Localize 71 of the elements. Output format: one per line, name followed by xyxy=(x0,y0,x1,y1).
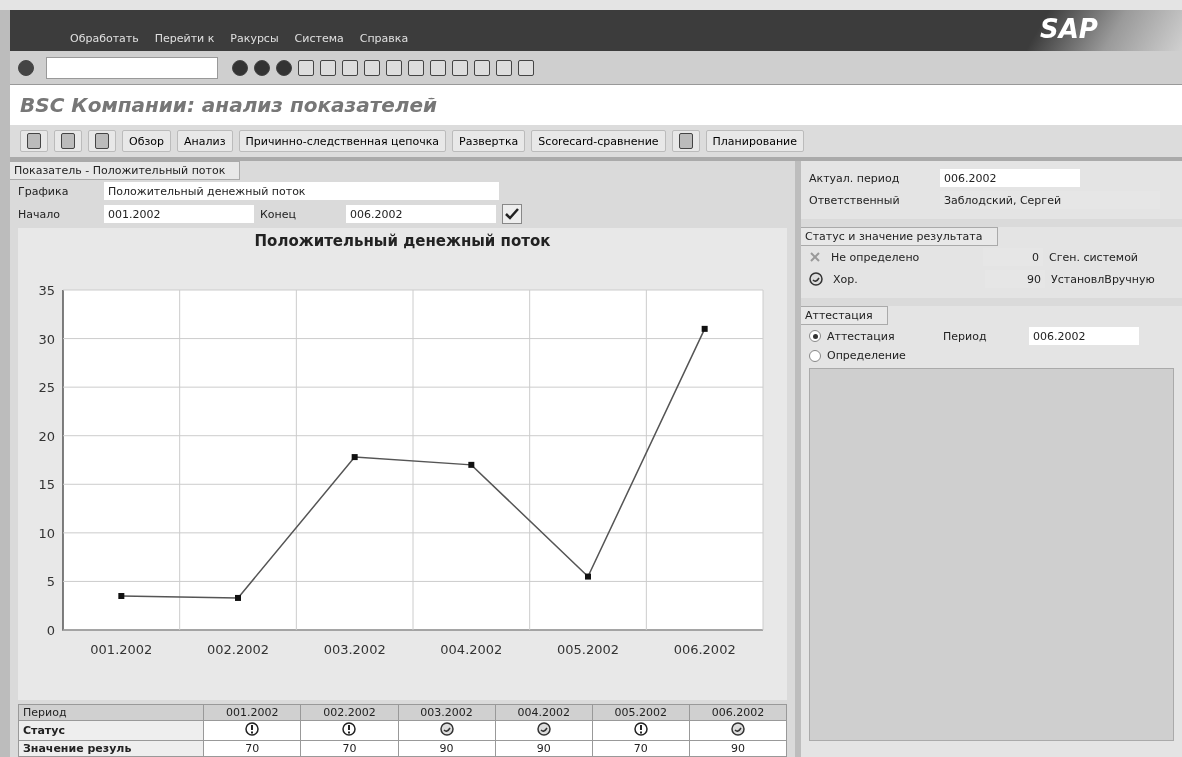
data-point xyxy=(701,325,708,332)
field-label: Актуал. период xyxy=(809,171,901,185)
smiley-icon xyxy=(809,272,823,286)
y-tick-label: 10 xyxy=(37,525,55,541)
y-tick-label: 5 xyxy=(46,574,55,590)
field-label: Ответственный xyxy=(809,193,901,207)
checkmark-icon[interactable] xyxy=(502,204,522,224)
toolbar-button[interactable]: Развертка xyxy=(452,130,526,152)
toolbar-icon-button[interactable] xyxy=(88,130,116,152)
input-field[interactable]: 006.2002 xyxy=(1029,327,1139,345)
smiley-icon xyxy=(536,722,551,736)
toolbar-button[interactable]: Обзор xyxy=(122,130,171,152)
data-point xyxy=(467,461,474,468)
x-tick-label: 006.2002 xyxy=(673,642,736,657)
input-field[interactable]: 006.2002 xyxy=(940,169,1080,187)
field-label: Период xyxy=(943,329,988,343)
table-header-cell: 002.2002 xyxy=(300,704,399,721)
menu-item[interactable]: Справка xyxy=(359,32,409,45)
screen-title: BSC Компании: анализ показателей xyxy=(20,93,438,117)
toolbar-button[interactable]: Scorecard-сравнение xyxy=(531,130,666,152)
x-tick-label: 001.2002 xyxy=(89,642,152,657)
status-field: Не определено xyxy=(827,248,977,266)
field-label: Начало xyxy=(18,207,61,221)
input-field[interactable]: 006.2002 xyxy=(346,205,496,223)
y-tick-label: 30 xyxy=(37,331,55,347)
status-field: Хор. xyxy=(829,270,979,288)
toolbar-button[interactable]: Планирование xyxy=(705,130,804,152)
toolbar-icon-button[interactable] xyxy=(54,130,82,152)
menu-item[interactable]: Перейти к xyxy=(154,32,215,45)
row-header-cell: Статус xyxy=(18,720,204,741)
data-point xyxy=(117,593,124,599)
y-tick-label: 20 xyxy=(37,428,55,444)
table-header-cell: 003.2002 xyxy=(398,704,496,721)
menu-item[interactable]: Ракурсы xyxy=(230,32,279,45)
toolbar-button[interactable]: Анализ xyxy=(177,130,233,152)
x-tick-label: 003.2002 xyxy=(323,642,386,657)
radio-label: Аттестация xyxy=(827,329,896,343)
x-tick-label: 005.2002 xyxy=(556,642,619,657)
radio-button[interactable] xyxy=(809,330,821,342)
menu-item[interactable]: Обработать xyxy=(70,32,139,45)
source-label: Сген. системой xyxy=(1049,250,1138,264)
y-tick-label: 0 xyxy=(46,623,55,638)
cross-icon xyxy=(809,251,821,263)
field-label: Конец xyxy=(260,207,297,221)
data-point xyxy=(234,594,241,601)
toolbar-icon-button[interactable] xyxy=(671,130,700,152)
y-tick-label: 15 xyxy=(37,477,55,493)
y-tick-label: 25 xyxy=(37,380,55,396)
table-header-cell: 005.2002 xyxy=(592,704,690,721)
table-header-cell: 006.2002 xyxy=(689,704,787,721)
source-label: УстановлВручную xyxy=(1051,272,1155,286)
data-point xyxy=(351,454,358,461)
table-header-cell: 001.2002 xyxy=(203,704,301,721)
table-header-cell: 004.2002 xyxy=(495,704,593,721)
menu-item[interactable]: Система xyxy=(294,32,344,45)
toolbar-button[interactable]: Причинно-следственная цепочка xyxy=(238,130,447,152)
smiley-icon xyxy=(730,722,745,736)
chart-title: Положительный денежный поток xyxy=(254,232,551,250)
x-tick-label: 004.2002 xyxy=(439,642,502,657)
y-tick-label: 35 xyxy=(37,283,55,298)
radio-label: Определение xyxy=(827,349,907,362)
table-header-cell: Период xyxy=(18,704,204,721)
radio-button[interactable] xyxy=(809,349,821,362)
data-point xyxy=(584,573,591,580)
smiley-icon xyxy=(439,722,454,736)
x-tick-label: 002.2002 xyxy=(206,642,269,657)
input-field[interactable]: Положительный денежный поток xyxy=(104,182,499,200)
command-field[interactable] xyxy=(46,56,218,79)
input-field[interactable]: 001.2002 xyxy=(104,205,254,223)
field-label: Графика xyxy=(18,184,70,198)
toolbar-icon-button[interactable] xyxy=(20,130,48,152)
